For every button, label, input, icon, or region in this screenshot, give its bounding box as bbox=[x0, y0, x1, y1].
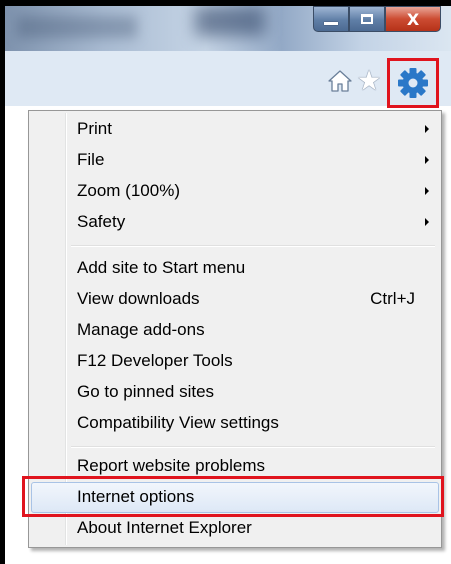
menu-item-label: Report website problems bbox=[77, 456, 266, 475]
gear-icon bbox=[398, 68, 428, 98]
submenu-arrow-icon bbox=[425, 125, 429, 133]
close-button[interactable]: X bbox=[385, 6, 441, 32]
menu-item-label: Go to pinned sites bbox=[77, 382, 215, 401]
menu-item-label: About Internet Explorer bbox=[77, 518, 252, 537]
close-icon: X bbox=[406, 9, 420, 29]
menu-item-manage-add-ons[interactable]: Manage add-ons bbox=[31, 315, 439, 346]
menu-item-compatibility-view-settings[interactable]: Compatibility View settings bbox=[31, 408, 439, 439]
window-controls: X bbox=[313, 6, 441, 32]
menu-item-label: Print bbox=[77, 119, 112, 138]
menu-item-go-to-pinned-sites[interactable]: Go to pinned sites bbox=[31, 377, 439, 408]
menu-item-shortcut: Ctrl+J bbox=[370, 289, 415, 308]
restore-icon bbox=[361, 14, 373, 24]
menu-item-safety[interactable]: Safety bbox=[31, 207, 439, 238]
window-titlebar: X bbox=[5, 6, 451, 51]
submenu-arrow-icon bbox=[425, 156, 429, 164]
blurred-tab bbox=[17, 16, 137, 38]
menu-item-label: F12 Developer Tools bbox=[77, 351, 233, 370]
menu-item-label: File bbox=[77, 150, 105, 169]
menu-separator bbox=[71, 245, 435, 247]
menu-item-label: View downloads bbox=[77, 289, 200, 308]
blurred-tab bbox=[195, 6, 265, 36]
star-icon[interactable]: ★ bbox=[356, 67, 382, 95]
minimize-icon bbox=[324, 21, 338, 25]
menu-item-label: Zoom (100%) bbox=[77, 181, 180, 200]
submenu-arrow-icon bbox=[425, 187, 429, 195]
menu-item-label: Manage add-ons bbox=[77, 320, 205, 339]
minimize-button[interactable] bbox=[313, 6, 349, 32]
menu-item-label: Compatibility View settings bbox=[77, 413, 279, 432]
menu-item-add-site-to-start-menu[interactable]: Add site to Start menu bbox=[31, 253, 439, 284]
menu-item-view-downloads[interactable]: View downloads Ctrl+J bbox=[31, 284, 439, 315]
menu-separator bbox=[71, 446, 435, 448]
menu-item-zoom[interactable]: Zoom (100%) bbox=[31, 176, 439, 207]
menu-item-file[interactable]: File bbox=[31, 145, 439, 176]
menu-item-label: Add site to Start menu bbox=[77, 258, 246, 277]
menu-item-about-internet-explorer[interactable]: About Internet Explorer bbox=[31, 513, 439, 544]
highlight-box bbox=[22, 476, 444, 517]
home-icon[interactable] bbox=[327, 67, 353, 95]
menu-item-f12-developer-tools[interactable]: F12 Developer Tools bbox=[31, 346, 439, 377]
menu-item-label: Safety bbox=[77, 212, 126, 231]
maximize-button[interactable] bbox=[349, 6, 385, 32]
command-toolbar: ★ bbox=[5, 51, 451, 106]
menu-item-print[interactable]: Print bbox=[31, 114, 439, 145]
tools-button[interactable] bbox=[387, 58, 439, 108]
submenu-arrow-icon bbox=[425, 218, 429, 226]
